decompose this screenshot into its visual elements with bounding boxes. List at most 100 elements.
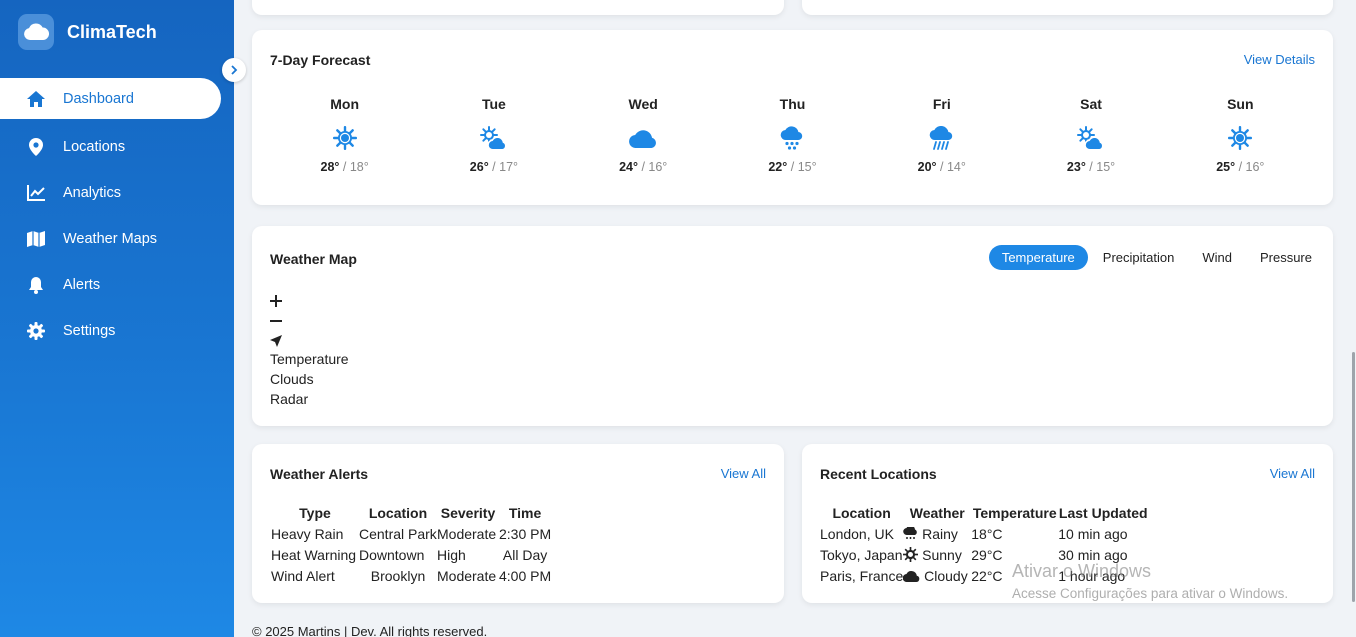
day-name: Wed [628, 96, 658, 112]
high-temp: 20° [917, 160, 937, 174]
cell-location: Paris, France [820, 567, 904, 584]
sidebar-item-analytics[interactable]: Analytics [0, 170, 234, 216]
forecast-day[interactable]: Wed 24° / 16° [569, 96, 718, 174]
brand[interactable]: ClimaTech [18, 14, 157, 50]
weather-label: Rainy [922, 525, 958, 542]
layer-temperature[interactable]: Temperature [270, 351, 349, 371]
sidebar: ClimaTech Dashboard Locations Analytics … [0, 0, 234, 637]
cloud-icon [902, 570, 920, 582]
sidebar-item-alerts[interactable]: Alerts [0, 262, 234, 308]
sidebar-item-label: Analytics [63, 185, 122, 201]
cell-temperature: 18°C [971, 525, 1003, 542]
windows-activation-watermark-text: Acesse Configurações para ativar o Windo… [1012, 586, 1289, 601]
sidebar-item-weather-maps[interactable]: Weather Maps [0, 216, 234, 262]
page-scrollbar[interactable] [1350, 0, 1356, 637]
sidebar-toggle-button[interactable] [222, 58, 246, 82]
forecast-day[interactable]: Sat 23° / 15° [1016, 96, 1165, 174]
sidebar-item-label: Weather Maps [63, 231, 158, 247]
day-temperature: 24° / 16° [619, 160, 668, 174]
day-temperature: 25° / 16° [1216, 160, 1265, 174]
cell-weather: Sunny [903, 544, 971, 565]
low-temp: 15° [1096, 160, 1116, 174]
column-header: Location [368, 504, 428, 521]
day-temperature: 26° / 17° [469, 160, 519, 174]
cell-location: Brooklyn [370, 567, 426, 584]
table-row[interactable]: Heavy Rain Central Park Moderate 2:30 PM [271, 523, 551, 544]
day-temperature: 23° / 15° [1066, 160, 1116, 174]
weather-map-title: Weather Map [270, 251, 357, 267]
alerts-title: Weather Alerts [270, 466, 369, 482]
high-temp: 26° [469, 160, 489, 174]
tab-pressure[interactable]: Pressure [1247, 245, 1325, 270]
locate-button[interactable] [270, 331, 349, 351]
table-row[interactable]: Heat Warning Downtown High All Day [271, 544, 551, 565]
column-header: Weather [909, 504, 965, 521]
sidebar-item-dashboard[interactable]: Dashboard [0, 78, 221, 119]
forecast-day[interactable]: Fri 20° / 14° [867, 96, 1016, 174]
table-row[interactable]: Wind Alert Brooklyn Moderate 4:00 PM [271, 565, 551, 586]
sun-icon [1166, 124, 1315, 152]
scrollbar-thumb[interactable] [1352, 352, 1355, 602]
cell-location: Central Park [359, 525, 437, 542]
sidebar-item-label: Alerts [63, 277, 101, 293]
forecast-day[interactable]: Sun 25° / 16° [1166, 96, 1315, 174]
gear-icon [26, 321, 46, 341]
low-temp: 17° [499, 160, 519, 174]
zoom-in-button[interactable] [270, 291, 349, 311]
chevron-right-icon [231, 65, 238, 75]
alerts-view-all-link[interactable]: View All [721, 466, 766, 481]
tab-precipitation[interactable]: Precipitation [1090, 245, 1188, 270]
layer-clouds[interactable]: Clouds [270, 371, 349, 391]
cell-severity: Moderate [437, 525, 497, 542]
sidebar-item-settings[interactable]: Settings [0, 308, 234, 354]
cloud-icon [569, 124, 718, 152]
zoom-out-button[interactable] [270, 311, 349, 331]
cell-location: Tokyo, Japan [820, 546, 903, 563]
recent-locations-title: Recent Locations [820, 466, 937, 482]
layer-radar[interactable]: Radar [270, 391, 349, 411]
home-icon [26, 89, 46, 109]
column-header: Type [299, 504, 331, 521]
cell-severity: High [437, 546, 466, 563]
weather-label: Sunny [922, 546, 962, 563]
table-row[interactable]: London, UK Rainy 18°C 10 min ago [820, 523, 1148, 544]
column-header: Time [508, 504, 542, 521]
top-card-left [252, 0, 784, 15]
sidebar-item-label: Locations [63, 139, 126, 155]
cloud-sun-icon [419, 124, 568, 152]
sun-icon [903, 546, 919, 562]
chart-line-icon [26, 183, 46, 203]
day-name: Sat [1080, 96, 1102, 112]
day-temperature: 22° / 15° [768, 160, 817, 174]
high-temp: 23° [1066, 160, 1086, 174]
day-name: Sun [1227, 96, 1254, 112]
cell-type: Heavy Rain [271, 525, 344, 542]
map-tabs: Temperature Precipitation Wind Pressure [987, 245, 1325, 270]
alerts-table: Type Location Severity Time Heavy Rain C… [271, 502, 551, 586]
cell-weather: Cloudy [902, 565, 971, 586]
tab-temperature[interactable]: Temperature [988, 245, 1088, 270]
tab-wind[interactable]: Wind [1189, 245, 1245, 270]
table-header-row: Type Location Severity Time [271, 502, 551, 523]
table-header-row: Location Weather Temperature Last Update… [820, 502, 1148, 523]
cell-severity: Moderate [437, 567, 497, 584]
cell-time: 4:00 PM [499, 567, 552, 584]
sidebar-nav: Dashboard Locations Analytics Weather Ma… [0, 78, 234, 354]
bell-icon [26, 275, 46, 295]
sidebar-item-label: Dashboard [63, 90, 134, 107]
day-name: Fri [932, 96, 951, 112]
forecast-day[interactable]: Thu 22° / 15° [718, 96, 867, 174]
cloud-rain-icon [718, 124, 867, 152]
recent-view-all-link[interactable]: View All [1270, 466, 1315, 481]
column-header: Severity [440, 504, 496, 521]
day-temperature: 28° / 18° [320, 160, 369, 174]
sidebar-item-locations[interactable]: Locations [0, 124, 234, 170]
forecast-title: 7-Day Forecast [270, 52, 371, 68]
day-temperature: 20° / 14° [917, 160, 966, 174]
cell-updated: 10 min ago [1058, 525, 1128, 542]
high-temp: 25° [1216, 160, 1236, 174]
forecast-day[interactable]: Tue 26° / 17° [419, 96, 568, 174]
view-details-link[interactable]: View Details [1244, 52, 1315, 67]
low-temp: 15° [797, 160, 817, 174]
forecast-day[interactable]: Mon 28° / 18° [270, 96, 419, 174]
